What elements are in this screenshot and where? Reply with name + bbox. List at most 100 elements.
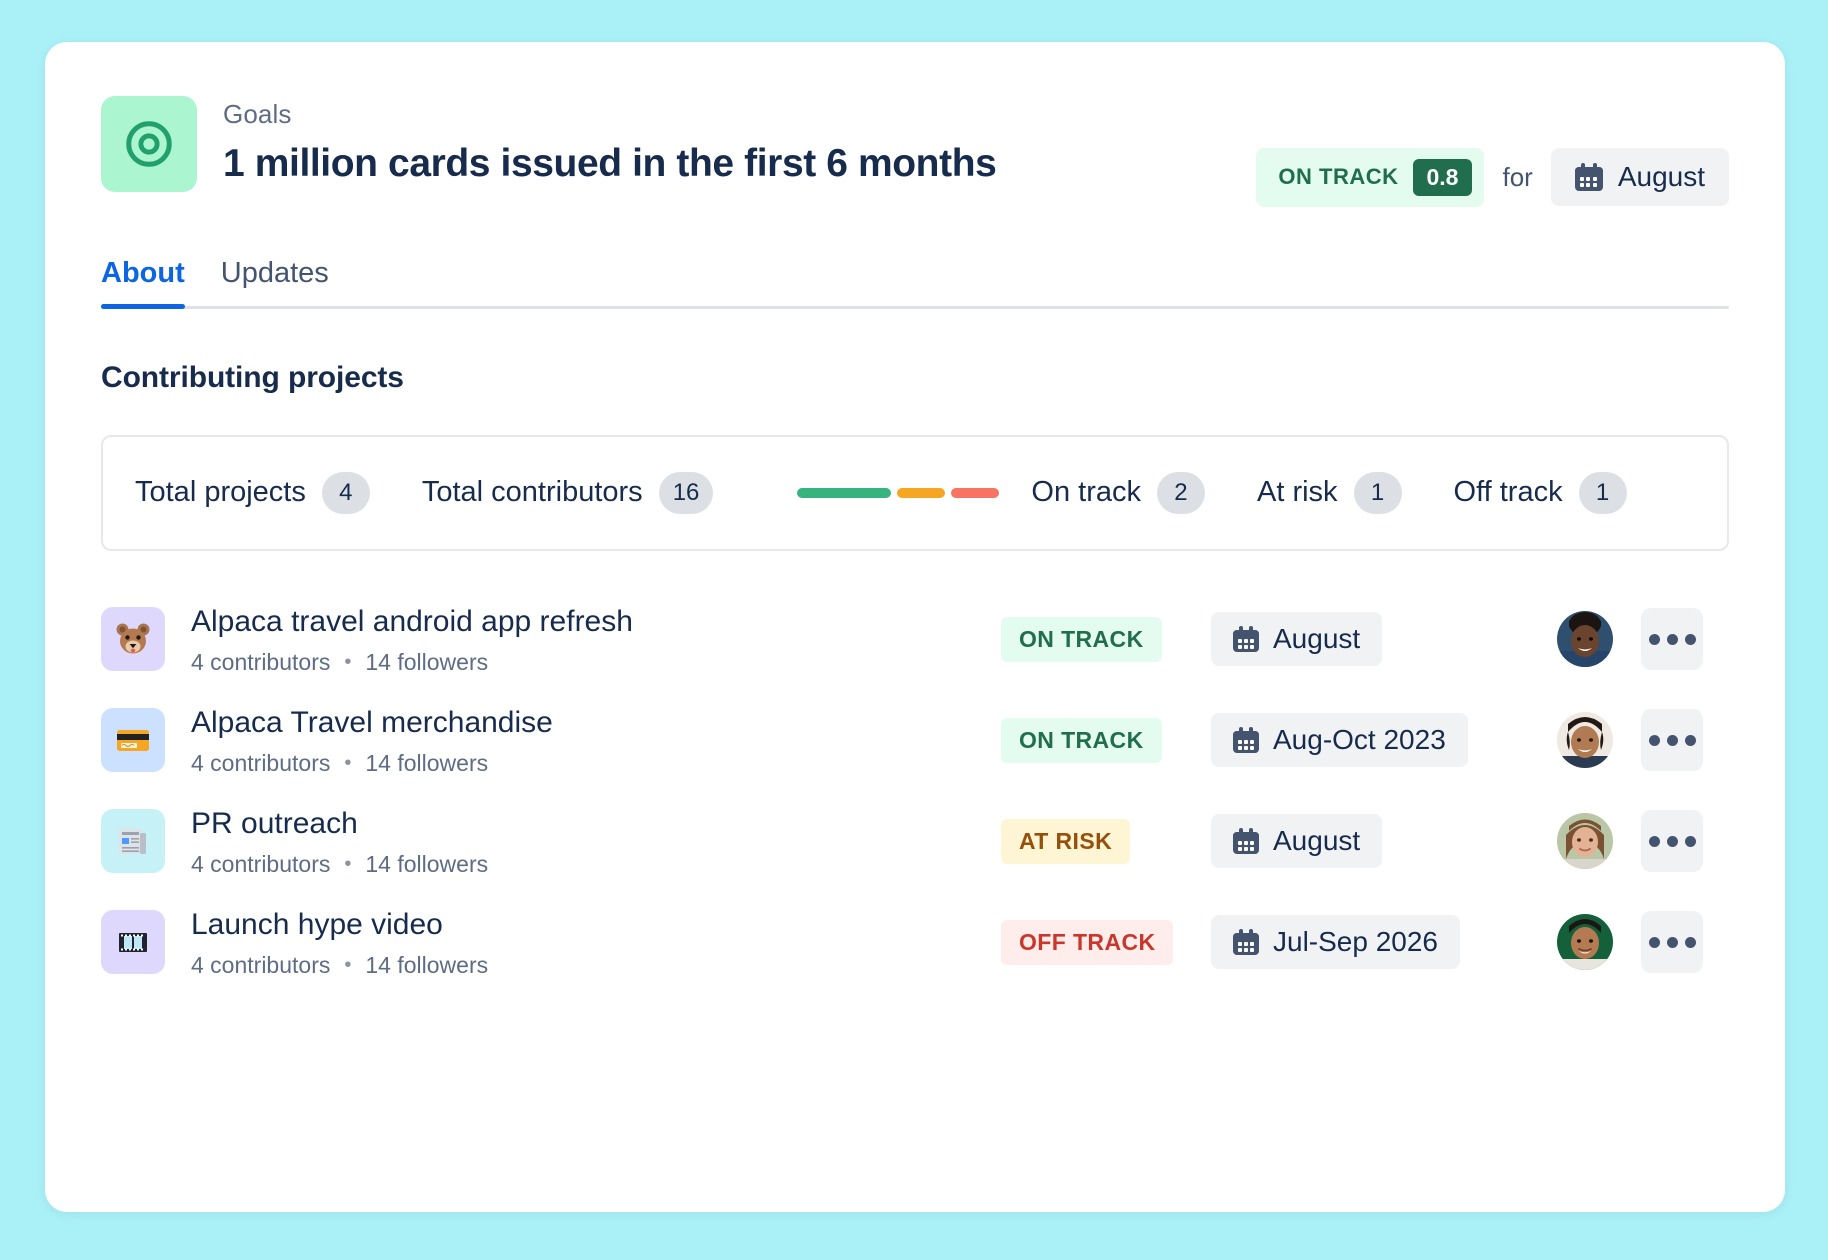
more-actions-button[interactable]	[1641, 810, 1703, 872]
project-date-cell: Jul-Sep 2026	[1211, 915, 1551, 969]
status-score-value: 0.8	[1413, 159, 1473, 196]
table-row[interactable]: PR outreach 4 contributors • 14 follower…	[101, 791, 1729, 892]
project-date-label: Jul-Sep 2026	[1273, 926, 1438, 958]
tab-list: About Updates	[101, 257, 1729, 306]
contributor-count: 4 contributors	[191, 750, 330, 777]
status-distribution-bar	[797, 488, 999, 498]
avatar[interactable]	[1557, 813, 1613, 869]
calendar-icon	[1233, 929, 1259, 955]
more-actions-button[interactable]	[1641, 911, 1703, 973]
section-heading: Contributing projects	[101, 361, 1729, 395]
project-info: Alpaca travel android app refresh 4 cont…	[191, 603, 1001, 677]
status-badge[interactable]: AT RISK	[1001, 819, 1130, 864]
calendar-icon	[1233, 727, 1259, 753]
project-date-button[interactable]: August	[1211, 814, 1382, 868]
project-name[interactable]: Alpaca travel android app refresh	[191, 603, 1001, 641]
project-subtext: 4 contributors • 14 followers	[191, 750, 1001, 777]
follower-count: 14 followers	[365, 952, 488, 979]
project-date-button[interactable]: Jul-Sep 2026	[1211, 915, 1460, 969]
status-badge[interactable]: ON TRACK 0.8	[1256, 148, 1484, 207]
separator-dot: •	[344, 954, 351, 977]
newspaper-emoji-icon	[101, 809, 165, 873]
project-date-cell: August	[1211, 612, 1551, 666]
goal-detail-card: Goals 1 million cards issued in the firs…	[45, 42, 1785, 1212]
more-actions-button[interactable]	[1641, 608, 1703, 670]
status-badge-label: ON TRACK	[1278, 164, 1398, 190]
breadcrumb[interactable]: Goals	[223, 98, 1256, 131]
stat-on-track: On track 2	[1031, 472, 1205, 514]
for-label: for	[1502, 162, 1532, 193]
stat-off-track-value: 1	[1579, 472, 1627, 514]
stat-at-risk-label: At risk	[1257, 476, 1338, 509]
project-subtext: 4 contributors • 14 followers	[191, 851, 1001, 878]
status-badge[interactable]: OFF TRACK	[1001, 920, 1173, 965]
stat-total-projects-value: 4	[322, 472, 370, 514]
separator-dot: •	[344, 651, 351, 674]
project-date-label: August	[1273, 825, 1360, 857]
separator-dot: •	[344, 752, 351, 775]
goal-header-controls: ON TRACK 0.8 for August	[1256, 96, 1729, 207]
calendar-icon	[1233, 626, 1259, 652]
bear-emoji-icon	[101, 607, 165, 671]
on-track-segment	[797, 488, 891, 498]
stat-on-track-value: 2	[1157, 472, 1205, 514]
tab-about[interactable]: About	[101, 257, 185, 306]
film-frames-emoji-icon	[101, 910, 165, 974]
project-info: PR outreach 4 contributors • 14 follower…	[191, 805, 1001, 879]
stat-at-risk: At risk 1	[1257, 472, 1402, 514]
tab-bar: About Updates	[101, 257, 1729, 309]
table-row[interactable]: Alpaca Travel merchandise 4 contributors…	[101, 690, 1729, 791]
project-info: Launch hype video 4 contributors • 14 fo…	[191, 906, 1001, 980]
at-risk-segment	[897, 488, 945, 498]
follower-count: 14 followers	[365, 649, 488, 676]
contributor-count: 4 contributors	[191, 952, 330, 979]
project-name[interactable]: Launch hype video	[191, 906, 1001, 944]
avatar[interactable]	[1557, 712, 1613, 768]
status-badge[interactable]: ON TRACK	[1001, 617, 1162, 662]
calendar-icon	[1233, 828, 1259, 854]
project-subtext: 4 contributors • 14 followers	[191, 952, 1001, 979]
follower-count: 14 followers	[365, 851, 488, 878]
project-status-cell: ON TRACK	[1001, 617, 1211, 662]
project-stats-summary: Total projects 4 Total contributors 16 O…	[101, 435, 1729, 551]
tab-updates[interactable]: Updates	[221, 257, 329, 306]
project-status-cell: AT RISK	[1001, 819, 1211, 864]
avatar[interactable]	[1557, 611, 1613, 667]
project-name[interactable]: PR outreach	[191, 805, 1001, 843]
stat-total-projects: Total projects 4	[135, 472, 370, 514]
stat-at-risk-value: 1	[1354, 472, 1402, 514]
separator-dot: •	[344, 853, 351, 876]
stat-total-contributors-label: Total contributors	[422, 476, 643, 509]
project-name[interactable]: Alpaca Travel merchandise	[191, 704, 1001, 742]
target-icon	[101, 96, 197, 192]
project-date-button[interactable]: August	[1211, 612, 1382, 666]
avatar[interactable]	[1557, 914, 1613, 970]
stat-off-track-label: Off track	[1454, 476, 1563, 509]
credit-card-emoji-icon	[101, 708, 165, 772]
project-date-cell: Aug-Oct 2023	[1211, 713, 1551, 767]
goal-date-button[interactable]: August	[1551, 148, 1729, 206]
project-list: Alpaca travel android app refresh 4 cont…	[101, 589, 1729, 993]
off-track-segment	[951, 488, 999, 498]
goal-header-text: Goals 1 million cards issued in the firs…	[223, 96, 1256, 188]
stat-total-contributors-value: 16	[659, 472, 714, 514]
stat-on-track-label: On track	[1031, 476, 1141, 509]
stat-total-contributors: Total contributors 16	[422, 472, 714, 514]
more-actions-button[interactable]	[1641, 709, 1703, 771]
goal-date-label: August	[1618, 161, 1705, 193]
contributor-count: 4 contributors	[191, 649, 330, 676]
contributor-count: 4 contributors	[191, 851, 330, 878]
table-row[interactable]: Alpaca travel android app refresh 4 cont…	[101, 589, 1729, 690]
project-subtext: 4 contributors • 14 followers	[191, 649, 1001, 676]
project-date-button[interactable]: Aug-Oct 2023	[1211, 713, 1468, 767]
project-info: Alpaca Travel merchandise 4 contributors…	[191, 704, 1001, 778]
table-row[interactable]: Launch hype video 4 contributors • 14 fo…	[101, 892, 1729, 993]
follower-count: 14 followers	[365, 750, 488, 777]
tab-underline	[101, 306, 1729, 309]
status-badge[interactable]: ON TRACK	[1001, 718, 1162, 763]
project-date-cell: August	[1211, 814, 1551, 868]
project-date-label: Aug-Oct 2023	[1273, 724, 1446, 756]
page-title: 1 million cards issued in the first 6 mo…	[223, 139, 1256, 189]
stat-off-track: Off track 1	[1454, 472, 1627, 514]
page-background: Goals 1 million cards issued in the firs…	[0, 0, 1828, 1260]
